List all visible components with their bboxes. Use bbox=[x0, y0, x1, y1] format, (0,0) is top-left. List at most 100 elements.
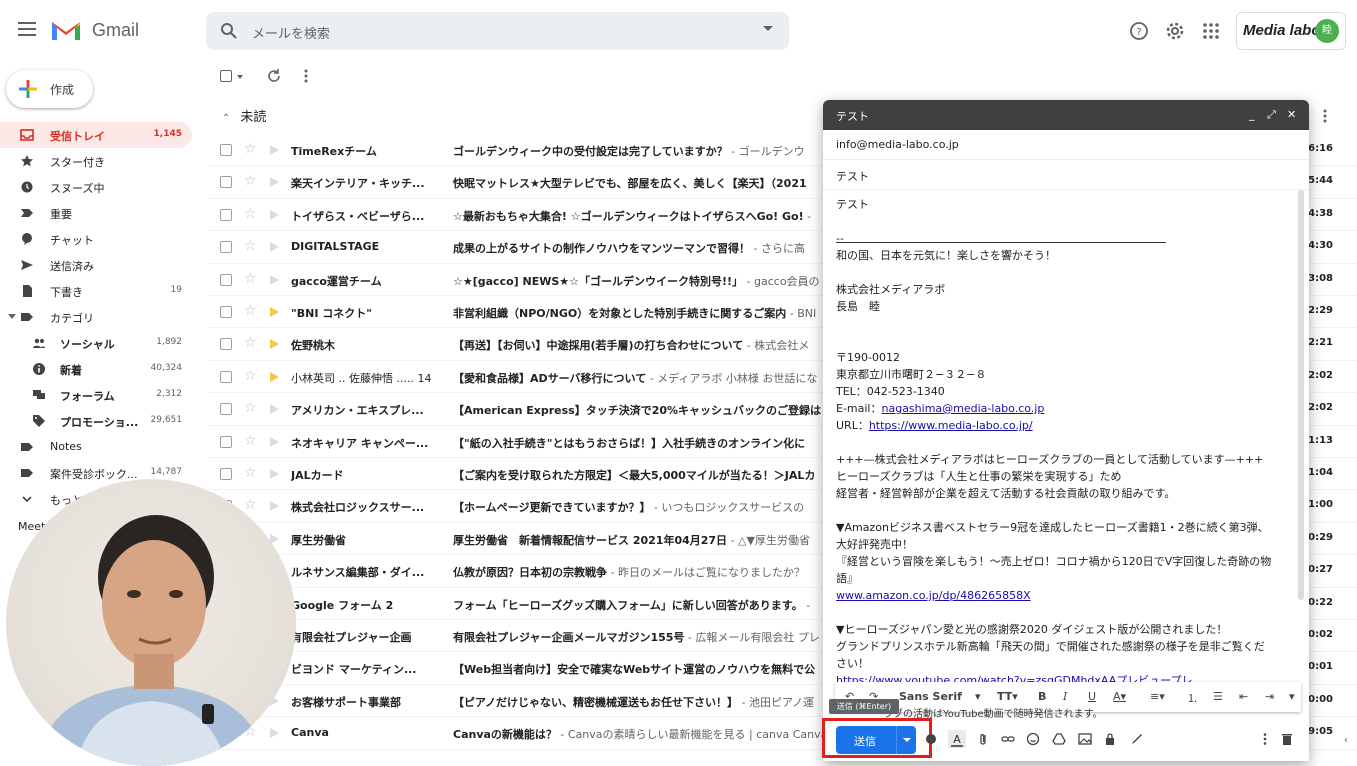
compose-window[interactable]: テスト _ ⤢ ✕ info@media-labo.co.jp テスト テスト -… bbox=[823, 100, 1309, 761]
sidebar-item-0[interactable]: 受信トレイ 1,145 bbox=[0, 122, 192, 148]
more-formatting-icon[interactable]: ▾ bbox=[1289, 690, 1295, 703]
row-checkbox[interactable] bbox=[220, 403, 232, 416]
importance-marker-icon[interactable] bbox=[270, 339, 279, 350]
link-icon[interactable] bbox=[1001, 732, 1015, 746]
row-checkbox[interactable] bbox=[220, 241, 232, 254]
select-dropdown-icon[interactable] bbox=[237, 75, 243, 79]
align-icon[interactable]: ≡▾ bbox=[1150, 690, 1165, 703]
sidebar-item-1[interactable]: スター付き bbox=[0, 148, 192, 174]
numbered-list-icon[interactable]: ⒈ bbox=[1187, 690, 1198, 706]
importance-marker-icon[interactable] bbox=[270, 371, 279, 382]
refresh-icon[interactable] bbox=[266, 68, 282, 84]
collapse-caret-icon[interactable]: ⌃ bbox=[222, 113, 230, 124]
star-toggle-icon[interactable]: ☆ bbox=[244, 271, 257, 287]
importance-marker-icon[interactable] bbox=[270, 145, 279, 155]
select-all-checkbox[interactable] bbox=[220, 70, 232, 82]
search-bar[interactable]: メールを検索 bbox=[206, 12, 789, 50]
recipient-chip[interactable]: info@media-labo.co.jp bbox=[836, 138, 959, 151]
email-link[interactable]: nagashima@media-labo.co.jp bbox=[882, 402, 1045, 415]
emoji-icon[interactable] bbox=[1026, 732, 1040, 746]
importance-marker-icon[interactable] bbox=[270, 177, 279, 188]
signature-pen-icon[interactable] bbox=[1130, 732, 1144, 746]
importance-marker-icon[interactable] bbox=[270, 274, 279, 285]
importance-marker-icon[interactable] bbox=[270, 209, 279, 220]
font-dropdown-icon[interactable]: ▾ bbox=[975, 690, 981, 703]
formatting-options-icon[interactable] bbox=[924, 732, 938, 746]
search-input[interactable]: メールを検索 bbox=[252, 23, 330, 42]
sidebar-item-11[interactable]: プロモーショ... 29,651 bbox=[0, 408, 192, 434]
star-toggle-icon[interactable]: ☆ bbox=[244, 141, 257, 157]
search-icon[interactable] bbox=[220, 22, 238, 40]
star-toggle-icon[interactable]: ☆ bbox=[244, 368, 257, 384]
row-checkbox[interactable] bbox=[220, 273, 232, 286]
sidebar-item-9[interactable]: 新着 40,324 bbox=[0, 356, 192, 382]
compose-button[interactable]: 作成 bbox=[6, 70, 93, 108]
avatar[interactable]: 睦 bbox=[1315, 19, 1339, 43]
sidebar-item-4[interactable]: チャット bbox=[0, 226, 192, 252]
row-checkbox[interactable] bbox=[220, 468, 232, 480]
more-vert-icon[interactable] bbox=[302, 68, 310, 84]
importance-marker-icon[interactable] bbox=[270, 728, 279, 739]
row-checkbox[interactable] bbox=[220, 144, 232, 156]
importance-marker-icon[interactable] bbox=[270, 469, 279, 479]
close-icon[interactable]: ✕ bbox=[1287, 108, 1296, 121]
importance-marker-icon[interactable] bbox=[270, 404, 279, 415]
subject-field[interactable]: テスト bbox=[823, 160, 1309, 190]
row-checkbox[interactable] bbox=[220, 208, 232, 221]
star-toggle-icon[interactable]: ☆ bbox=[244, 303, 257, 319]
star-toggle-icon[interactable]: ☆ bbox=[244, 206, 257, 222]
photo-icon[interactable] bbox=[1078, 732, 1092, 746]
sidebar-item-5[interactable]: 送信済み bbox=[0, 252, 192, 278]
text-format-icon[interactable]: A bbox=[948, 730, 966, 748]
star-toggle-icon[interactable]: ☆ bbox=[244, 400, 257, 416]
importance-marker-icon[interactable] bbox=[270, 307, 279, 317]
compose-scrollbar[interactable] bbox=[1298, 190, 1304, 600]
sidebar-item-12[interactable]: Notes bbox=[0, 434, 192, 460]
row-checkbox[interactable] bbox=[220, 306, 232, 318]
search-options-icon[interactable] bbox=[763, 26, 773, 31]
menu-icon[interactable] bbox=[18, 22, 36, 36]
font-family-select[interactable]: Sans Serif bbox=[899, 690, 962, 703]
discard-trash-icon[interactable] bbox=[1280, 732, 1294, 746]
minimize-icon[interactable]: _ bbox=[1249, 108, 1255, 121]
bulleted-list-icon[interactable]: ☰ bbox=[1213, 690, 1223, 703]
attach-icon[interactable] bbox=[976, 732, 990, 746]
fullscreen-icon[interactable]: ⤢ bbox=[1267, 108, 1276, 122]
sidebar-item-8[interactable]: ソーシャル 1,892 bbox=[0, 330, 192, 356]
sidebar-item-7[interactable]: カテゴリ bbox=[0, 304, 192, 330]
row-checkbox[interactable] bbox=[220, 338, 232, 351]
side-panel-toggle-icon[interactable]: ‹ bbox=[1344, 735, 1348, 746]
apps-grid-icon[interactable] bbox=[1200, 20, 1222, 42]
confidential-mode-icon[interactable] bbox=[1104, 732, 1118, 746]
text-color-icon[interactable]: A▾ bbox=[1113, 690, 1126, 703]
star-toggle-icon[interactable]: ☆ bbox=[244, 173, 257, 189]
help-icon[interactable]: ? bbox=[1128, 20, 1150, 42]
row-checkbox[interactable] bbox=[220, 176, 232, 189]
importance-marker-icon[interactable] bbox=[270, 501, 279, 512]
sidebar-item-6[interactable]: 下書き 19 bbox=[0, 278, 192, 304]
indent-more-icon[interactable]: ⇥ bbox=[1265, 690, 1274, 703]
importance-marker-icon[interactable] bbox=[270, 242, 279, 253]
list-more-icon[interactable] bbox=[1321, 108, 1329, 124]
star-toggle-icon[interactable]: ☆ bbox=[244, 497, 257, 513]
bold-icon[interactable]: B bbox=[1038, 690, 1046, 703]
indent-less-icon[interactable]: ⇤ bbox=[1239, 690, 1248, 703]
sidebar-item-2[interactable]: スヌーズ中 bbox=[0, 174, 192, 200]
importance-marker-icon[interactable] bbox=[270, 436, 279, 447]
amazon-link[interactable]: www.amazon.co.jp/dp/486265858X bbox=[836, 587, 1286, 604]
to-field[interactable]: info@media-labo.co.jp bbox=[823, 130, 1309, 160]
compose-more-icon[interactable] bbox=[1258, 732, 1272, 746]
subject-input[interactable]: テスト bbox=[836, 168, 869, 184]
gmail-logo-icon[interactable] bbox=[50, 18, 82, 42]
website-link[interactable]: https://www.media-labo.co.jp/ bbox=[869, 419, 1033, 432]
sidebar-item-10[interactable]: フォーラム 2,312 bbox=[0, 382, 192, 408]
font-size-icon[interactable]: TT▾ bbox=[997, 690, 1018, 703]
settings-gear-icon[interactable] bbox=[1164, 20, 1186, 42]
category-caret-icon[interactable] bbox=[8, 314, 16, 319]
row-checkbox[interactable] bbox=[220, 435, 232, 448]
star-toggle-icon[interactable]: ☆ bbox=[244, 238, 257, 254]
underline-icon[interactable]: U bbox=[1088, 690, 1096, 703]
message-body[interactable]: テスト -- 和の国、日本を元気に！楽しさを響かそう！ 株式会社メディアラボ 長島 睦… bbox=[836, 196, 1286, 689]
drive-icon[interactable] bbox=[1052, 732, 1066, 746]
italic-icon[interactable]: I bbox=[1063, 690, 1067, 703]
